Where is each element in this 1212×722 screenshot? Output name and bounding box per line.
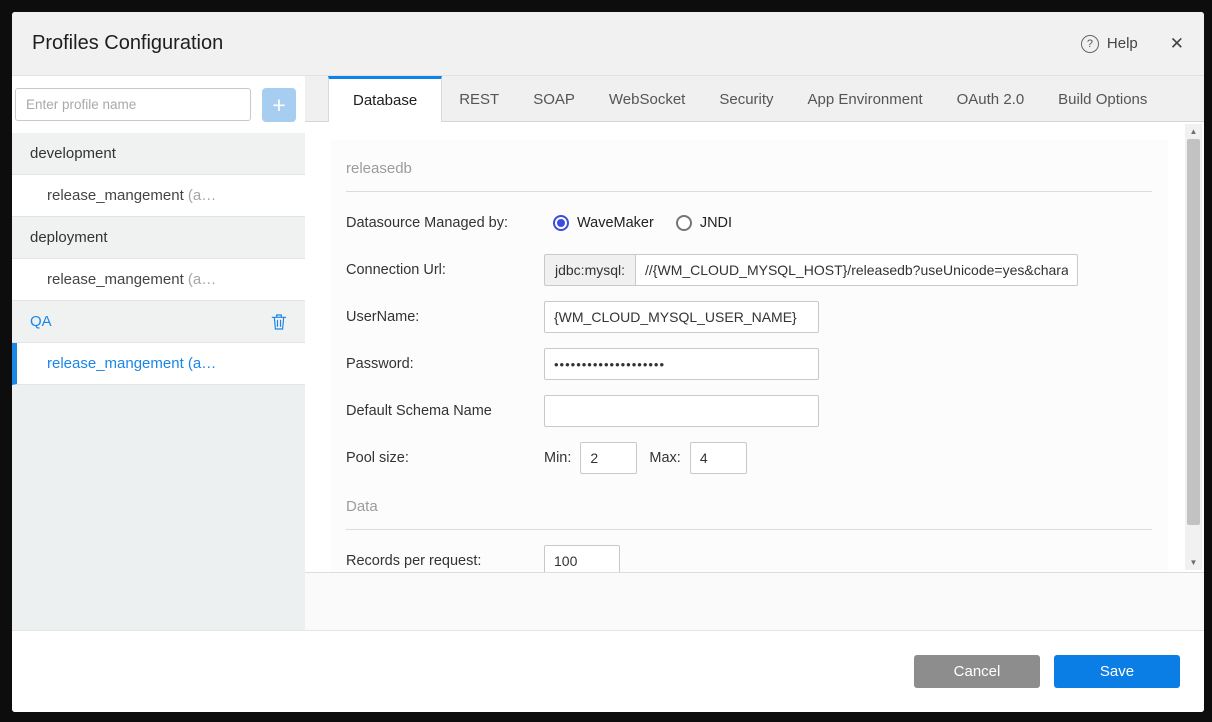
connection-url-row: Connection Url: jdbc:mysql: <box>346 254 1152 286</box>
datasource-managed-by-row: Datasource Managed by: WaveMaker JNDI <box>346 207 1152 239</box>
group-label: development <box>30 145 116 162</box>
add-profile-button[interactable]: + <box>262 87 296 122</box>
radio-checked-icon <box>553 215 569 231</box>
sidebar-filler <box>12 385 305 630</box>
profiles-configuration-dialog: Profiles Configuration ? Help ✕ + develo… <box>12 12 1204 712</box>
profiles-sidebar: + development release_mangement (a… depl… <box>12 76 305 630</box>
radio-wavemaker-label: WaveMaker <box>577 215 654 231</box>
pool-size-label: Pool size: <box>346 450 409 466</box>
database-scroll-area: releasedb Datasource Managed by: WaveMak… <box>305 122 1204 573</box>
dialog-body: + development release_mangement (a… depl… <box>12 76 1204 630</box>
sidebar-item-release-mangement-development[interactable]: release_mangement (a… <box>12 175 305 217</box>
default-schema-input[interactable] <box>544 395 819 427</box>
username-input[interactable] <box>544 301 819 333</box>
close-icon[interactable]: ✕ <box>1170 34 1184 54</box>
data-section-title: Data <box>346 478 1152 530</box>
password-label: Password: <box>346 356 414 372</box>
delete-profile-trash-icon[interactable] <box>271 313 287 331</box>
password-row: Password: <box>346 348 1152 380</box>
dialog-title: Profiles Configuration <box>32 32 224 54</box>
scrollbar-down-arrow-icon[interactable]: ▼ <box>1185 555 1202 570</box>
profile-tabbar: Database REST SOAP WebSocket Security Ap… <box>305 76 1204 122</box>
tab-soap[interactable]: SOAP <box>516 76 592 122</box>
pool-min-input[interactable] <box>580 442 638 474</box>
help-button[interactable]: ? Help <box>1080 34 1138 53</box>
radio-option-jndi[interactable]: JNDI <box>675 215 733 231</box>
panel-bottom-padding <box>305 573 1204 630</box>
password-input[interactable] <box>544 348 819 380</box>
group-label: QA <box>30 313 52 330</box>
sidebar-item-release-mangement-deployment[interactable]: release_mangement (a… <box>12 259 305 301</box>
connection-url-input[interactable] <box>635 254 1079 286</box>
records-per-request-label: Records per request: <box>346 553 482 569</box>
username-label: UserName: <box>346 309 420 325</box>
help-question-icon: ? <box>1080 34 1099 53</box>
connection-url-label: Connection Url: <box>346 262 446 278</box>
scrollbar-thumb[interactable] <box>1187 139 1200 525</box>
tab-app-environment[interactable]: App Environment <box>791 76 940 122</box>
pool-size-row: Pool size: Min: Max: <box>346 442 1152 474</box>
dialog-footer: Cancel Save <box>12 630 1204 712</box>
tab-oauth-2-0[interactable]: OAuth 2.0 <box>940 76 1042 122</box>
sidebar-item-deployment[interactable]: deployment <box>12 217 305 259</box>
radio-jndi-label: JNDI <box>699 215 733 231</box>
dialog-header: Profiles Configuration ? Help ✕ <box>12 12 1204 76</box>
profile-content: Database REST SOAP WebSocket Security Ap… <box>305 76 1204 630</box>
tab-websocket[interactable]: WebSocket <box>592 76 702 122</box>
pool-max-label: Max: <box>649 450 681 466</box>
pool-max-input[interactable] <box>689 442 747 474</box>
database-tab-panel: releasedb Datasource Managed by: WaveMak… <box>305 122 1204 630</box>
default-schema-row: Default Schema Name <box>346 395 1152 427</box>
username-row: UserName: <box>346 301 1152 333</box>
cancel-button[interactable]: Cancel <box>914 655 1040 688</box>
profile-label: release_mangement <box>47 187 184 204</box>
radio-unchecked-icon <box>675 215 692 231</box>
radio-option-wavemaker[interactable]: WaveMaker <box>553 215 654 231</box>
datasource-managed-by-label: Datasource Managed by: <box>346 215 509 231</box>
records-per-request-input[interactable] <box>544 545 620 572</box>
sidebar-item-release-mangement-qa-selected[interactable]: release_mangement (a… <box>12 343 305 385</box>
jdbc-mysql-prefix: jdbc:mysql: <box>544 254 636 286</box>
sidebar-search-bar: + <box>12 76 305 133</box>
profile-label-suffix: (a… <box>183 271 217 288</box>
vertical-scrollbar[interactable]: ▲ ▼ <box>1185 124 1202 570</box>
group-label: deployment <box>30 229 108 246</box>
tab-rest[interactable]: REST <box>442 76 516 122</box>
database-form-card: releasedb Datasource Managed by: WaveMak… <box>330 140 1168 572</box>
tab-security[interactable]: Security <box>702 76 790 122</box>
records-per-request-row: Records per request: <box>346 545 1152 572</box>
default-schema-label: Default Schema Name <box>346 403 492 419</box>
tab-database[interactable]: Database <box>328 76 443 122</box>
profile-name-input[interactable] <box>15 88 251 121</box>
tab-build-options[interactable]: Build Options <box>1041 76 1164 122</box>
profile-label-suffix: (a… <box>183 355 217 372</box>
scrollbar-up-arrow-icon[interactable]: ▲ <box>1185 124 1202 139</box>
sidebar-item-qa[interactable]: QA <box>12 301 305 343</box>
sidebar-item-development[interactable]: development <box>12 133 305 175</box>
profile-label: release_mangement <box>47 355 184 372</box>
datasource-section-title: releasedb <box>346 140 1152 192</box>
help-label: Help <box>1106 35 1138 52</box>
save-button[interactable]: Save <box>1054 655 1180 688</box>
profile-label: release_mangement <box>47 271 184 288</box>
pool-min-label: Min: <box>544 450 572 466</box>
profile-label-suffix: (a… <box>183 187 217 204</box>
